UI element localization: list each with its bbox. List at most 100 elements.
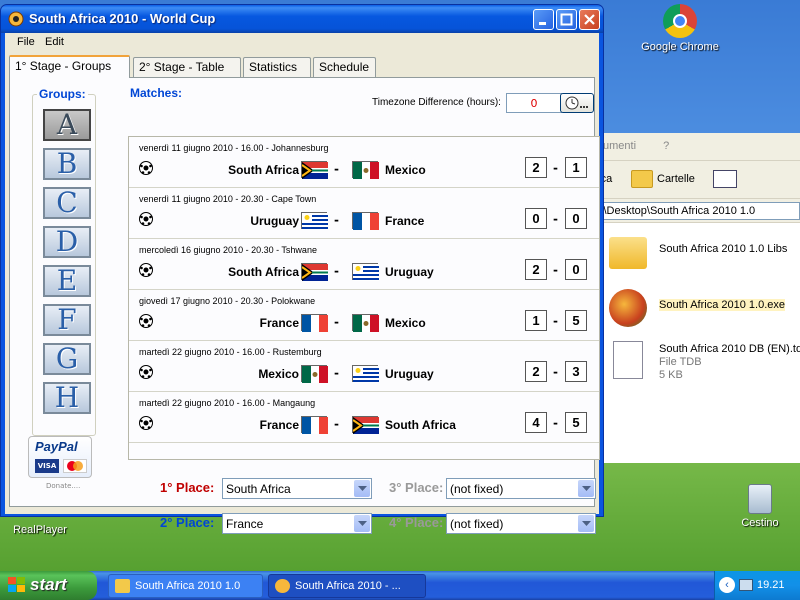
- visa-logo: VISA: [35, 459, 59, 473]
- match-row: mercoledì 16 giugno 2010 - 20.30 - Tshwa…: [129, 239, 599, 290]
- vs-separator: -: [334, 366, 339, 380]
- away-flag-icon: [352, 263, 379, 281]
- vs-separator: -: [334, 417, 339, 431]
- chevron-down-icon: [354, 515, 370, 532]
- system-tray: ‹ 19.21: [714, 571, 800, 600]
- address-field[interactable]: v\Desktop\South Africa 2010 1.0: [595, 202, 800, 220]
- away-team: Mexico: [385, 163, 426, 177]
- home-score-input[interactable]: 2: [525, 259, 547, 280]
- taskbar-item-worldcup[interactable]: South Africa 2010 - ...: [268, 574, 426, 598]
- desktop-icon-chrome[interactable]: Google Chrome: [640, 4, 720, 53]
- chevron-down-icon: [578, 515, 594, 532]
- soccer-ball-icon: [139, 212, 153, 226]
- menubar: File Edit: [5, 33, 599, 52]
- recycle-bin-icon: [748, 484, 772, 514]
- explorer-address-bar[interactable]: v\Desktop\South Africa 2010 1.0: [591, 199, 800, 223]
- explorer-window: umenti ? rca Cartelle v\Desktop\South Af…: [590, 133, 800, 463]
- groups-title: Groups:: [37, 87, 88, 101]
- group-button-h[interactable]: H: [43, 382, 91, 414]
- group-button-c[interactable]: C: [43, 187, 91, 219]
- tab-statistics[interactable]: Statistics: [243, 57, 311, 77]
- tab-groups[interactable]: 1° Stage - Groups: [9, 55, 130, 78]
- away-team: South Africa: [385, 418, 456, 432]
- home-flag-icon: [301, 314, 328, 332]
- fourth-place-value: (not fixed): [450, 517, 504, 531]
- away-team: France: [385, 214, 425, 228]
- match-row: venerdì 11 giugno 2010 - 20.30 - Cape To…: [129, 188, 599, 239]
- menu-edit[interactable]: Edit: [45, 36, 64, 48]
- windows-logo-icon: [8, 577, 25, 592]
- match-date: martedì 22 giugno 2010 - 16.00 - Mangaun…: [139, 398, 316, 408]
- away-flag-icon: [352, 161, 379, 179]
- third-place-select[interactable]: (not fixed): [446, 478, 596, 499]
- group-button-d[interactable]: D: [43, 226, 91, 258]
- clock[interactable]: 19.21: [757, 579, 785, 591]
- away-score-input[interactable]: 5: [565, 310, 587, 331]
- home-flag-icon: [301, 416, 328, 434]
- paypal-donate-button[interactable]: PayPal VISA: [28, 436, 92, 478]
- timezone-apply-button[interactable]: [560, 93, 594, 113]
- home-team: South Africa: [228, 163, 299, 177]
- second-place-select[interactable]: France: [222, 513, 372, 534]
- desktop-icon-recycle-bin[interactable]: Cestino: [720, 484, 800, 529]
- group-button-g[interactable]: G: [43, 343, 91, 375]
- explorer-menu-item[interactable]: umenti: [603, 140, 636, 152]
- explorer-toolbar: rca Cartelle: [591, 161, 800, 199]
- network-icon[interactable]: [739, 579, 753, 591]
- away-flag-icon: [352, 212, 379, 230]
- maximize-button[interactable]: [556, 9, 577, 30]
- score-separator: -: [553, 161, 558, 175]
- group-button-f[interactable]: F: [43, 304, 91, 336]
- match-row: venerdì 11 giugno 2010 - 16.00 - Johanne…: [129, 137, 599, 188]
- match-date: mercoledì 16 giugno 2010 - 20.30 - Tshwa…: [139, 245, 317, 255]
- score-separator: -: [553, 263, 558, 277]
- taskbar-item-explorer[interactable]: South Africa 2010 1.0: [108, 574, 263, 598]
- start-button[interactable]: start: [0, 571, 97, 600]
- group-button-b[interactable]: B: [43, 148, 91, 180]
- away-score-input[interactable]: 5: [565, 412, 587, 433]
- away-score-input[interactable]: 0: [565, 208, 587, 229]
- close-button[interactable]: [579, 9, 600, 30]
- tab-table[interactable]: 2° Stage - Table: [133, 57, 241, 77]
- third-place-value: (not fixed): [450, 482, 504, 496]
- vs-separator: -: [334, 264, 339, 278]
- soccer-ball-icon: [139, 161, 153, 175]
- group-button-e[interactable]: E: [43, 265, 91, 297]
- away-score-input[interactable]: 3: [565, 361, 587, 382]
- fourth-place-select[interactable]: (not fixed): [446, 513, 596, 534]
- groups-box: Groups: A B C D E F G H: [32, 87, 96, 436]
- title-bar[interactable]: South Africa 2010 - World Cup: [1, 5, 603, 33]
- minimize-icon: [539, 22, 546, 25]
- matches-title: Matches:: [128, 86, 185, 100]
- third-place-label: 3° Place:: [389, 480, 444, 495]
- minimize-button[interactable]: [533, 9, 554, 30]
- folder-icon: [115, 579, 130, 593]
- home-score-input[interactable]: 0: [525, 208, 547, 229]
- match-date: venerdì 11 giugno 2010 - 20.30 - Cape To…: [139, 194, 317, 204]
- home-score-input[interactable]: 2: [525, 361, 547, 382]
- explorer-menu-help[interactable]: ?: [663, 140, 669, 152]
- window-client: File Edit 1° Stage - Groups 2° Stage - T…: [5, 33, 600, 534]
- away-score-input[interactable]: 0: [565, 259, 587, 280]
- soccer-ball-icon: [139, 416, 153, 430]
- file-size: 5 KB: [659, 369, 683, 381]
- away-score-input[interactable]: 1: [565, 157, 587, 178]
- desktop-icon-label: Google Chrome: [641, 41, 719, 53]
- home-team: Mexico: [258, 367, 299, 381]
- home-team: Uruguay: [250, 214, 299, 228]
- home-score-input[interactable]: 1: [525, 310, 547, 331]
- menu-file[interactable]: File: [17, 36, 35, 48]
- timezone-input[interactable]: 0: [506, 93, 562, 113]
- home-score-input[interactable]: 2: [525, 157, 547, 178]
- file-name: South Africa 2010 1.0.exe: [659, 299, 785, 311]
- groups-panel: Groups: A B C D E F G H Matches: Timezon…: [9, 77, 600, 534]
- views-icon[interactable]: [713, 170, 737, 188]
- group-button-a[interactable]: A: [43, 109, 91, 141]
- vs-separator: -: [334, 315, 339, 329]
- home-score-input[interactable]: 4: [525, 412, 547, 433]
- first-place-select[interactable]: South Africa: [222, 478, 372, 499]
- tab-schedule[interactable]: Schedule: [313, 57, 376, 77]
- tray-expand-icon[interactable]: ‹: [719, 577, 735, 593]
- explorer-folders-button[interactable]: Cartelle: [657, 173, 695, 185]
- desktop-icon-realplayer[interactable]: RealPlayer: [0, 524, 80, 536]
